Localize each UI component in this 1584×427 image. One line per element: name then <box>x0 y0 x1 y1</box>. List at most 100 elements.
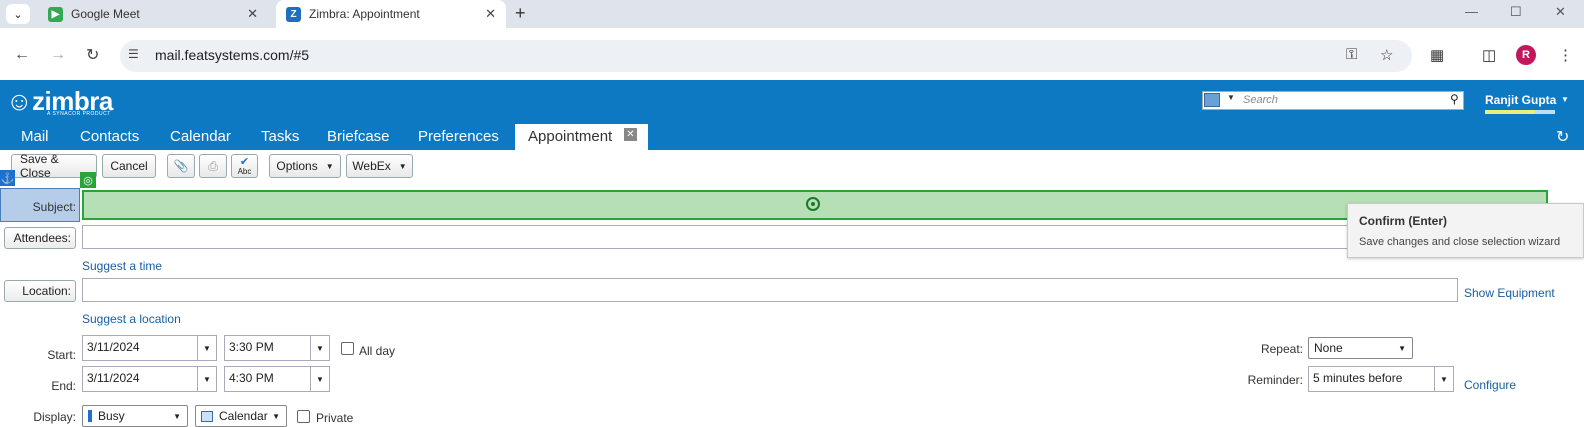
tab-search-chevron-icon[interactable]: ⌄ <box>6 4 30 24</box>
reminder-dropdown-icon[interactable]: ▼ <box>1434 366 1454 392</box>
start-time-dropdown-icon[interactable]: ▼ <box>310 335 330 361</box>
browser-menu-icon[interactable]: ⋮ <box>1558 46 1573 64</box>
spellcheck-label: Abc <box>237 166 252 176</box>
repeat-select[interactable]: None ▼ <box>1308 337 1413 359</box>
reload-icon[interactable]: ↻ <box>86 45 99 65</box>
google-meet-icon: ▶ <box>48 6 63 22</box>
tab-briefcase[interactable]: Briefcase <box>327 128 390 145</box>
all-day-checkbox[interactable] <box>341 342 354 355</box>
browser-tab-google-meet[interactable]: ▶ Google Meet ✕ <box>38 2 268 26</box>
repeat-value: None <box>1314 341 1343 355</box>
forward-icon[interactable]: → <box>50 46 66 64</box>
side-panel-icon[interactable]: ◫ <box>1482 46 1496 64</box>
browser-tab-title: Google Meet <box>71 7 140 21</box>
reminder-label: Reminder: <box>1247 373 1303 387</box>
calendar-select[interactable]: Calendar ▼ <box>195 405 287 427</box>
chevron-down-icon: ▼ <box>1398 344 1406 353</box>
cancel-button[interactable]: Cancel <box>102 154 156 178</box>
suggest-location-link[interactable]: Suggest a location <box>82 312 181 326</box>
close-tab-icon[interactable]: ✕ <box>624 128 637 141</box>
search-placeholder: Search <box>1243 94 1278 106</box>
show-equipment-link[interactable]: Show Equipment <box>1464 286 1555 300</box>
private-checkbox[interactable] <box>297 410 310 423</box>
chevron-down-icon: ▼ <box>325 161 334 171</box>
start-label: Start: <box>47 348 76 362</box>
logo-subtitle: A SYNACOR PRODUCT <box>47 111 111 117</box>
options-button[interactable]: Options ▼ <box>269 154 341 178</box>
all-day-label: All day <box>359 344 396 358</box>
chevron-down-icon[interactable]: ▼ <box>1227 93 1235 102</box>
selection-target-icon[interactable]: ◎ <box>80 172 96 188</box>
refresh-icon[interactable]: ↻ <box>1556 127 1569 147</box>
tab-mail[interactable]: Mail <box>21 128 49 145</box>
tab-preferences[interactable]: Preferences <box>418 128 499 145</box>
options-label: Options <box>276 159 318 173</box>
logo-smiley-icon: ☺ <box>6 86 33 116</box>
browser-tab-zimbra[interactable]: Z Zimbra: Appointment ✕ <box>276 0 506 28</box>
display-select[interactable]: Busy ▼ <box>82 405 188 427</box>
repeat-label: Repeat: <box>1260 342 1303 356</box>
profile-avatar[interactable]: R <box>1516 45 1536 65</box>
browser-tab-title: Zimbra: Appointment <box>309 7 420 21</box>
display-value: Busy <box>98 409 125 423</box>
site-settings-icon[interactable]: ☰ <box>128 47 139 61</box>
subject-label: Subject: <box>32 200 76 214</box>
zimbra-favicon-icon: Z <box>286 6 301 22</box>
end-time-input[interactable]: 4:30 PM <box>224 366 312 392</box>
chevron-down-icon: ▼ <box>173 412 181 421</box>
url-text[interactable]: mail.featsystems.com/#5 <box>155 47 309 63</box>
search-icon[interactable]: ⚲ <box>1450 92 1459 106</box>
user-name[interactable]: Ranjit Gupta <box>1485 93 1556 107</box>
tooltip-title: Confirm (Enter) <box>1359 214 1447 228</box>
printer-icon: ⎙ <box>208 158 218 173</box>
end-time-dropdown-icon[interactable]: ▼ <box>310 366 330 392</box>
window-close-icon[interactable]: ✕ <box>1555 4 1566 20</box>
tab-contacts[interactable]: Contacts <box>80 128 139 145</box>
location-input[interactable] <box>82 278 1458 302</box>
minimize-icon[interactable]: — <box>1465 4 1478 19</box>
webex-button[interactable]: WebEx ▼ <box>346 154 413 178</box>
quota-bar-remaining <box>1535 110 1555 114</box>
chevron-down-icon: ▼ <box>398 161 407 171</box>
search-input[interactable] <box>1202 91 1464 110</box>
display-label: Display: <box>33 410 76 424</box>
chevron-down-icon[interactable]: ▼ <box>1561 95 1569 104</box>
password-key-icon[interactable]: ⚿ <box>1346 46 1357 63</box>
busy-color-icon <box>88 410 92 422</box>
extensions-icon[interactable]: ▦ <box>1430 46 1444 64</box>
private-label: Private <box>316 411 354 425</box>
attendees-input[interactable] <box>82 225 1458 249</box>
crosshair-icon <box>806 197 820 211</box>
tab-appointment-label: Appointment <box>528 128 613 145</box>
close-tab-icon[interactable]: ✕ <box>247 6 258 22</box>
attach-button[interactable]: 📎 <box>167 154 195 178</box>
location-button[interactable]: Location: <box>4 280 76 302</box>
suggest-time-link[interactable]: Suggest a time <box>82 259 162 273</box>
reminder-input[interactable]: 5 minutes before <box>1308 366 1436 392</box>
tab-calendar[interactable]: Calendar <box>170 128 231 145</box>
end-date-input[interactable]: 3/11/2024 <box>82 366 199 392</box>
print-button[interactable]: ⎙ <box>199 154 227 178</box>
end-label: End: <box>51 379 76 393</box>
start-date-picker-icon[interactable]: ▼ <box>197 335 217 361</box>
back-icon[interactable]: ← <box>14 46 30 64</box>
calendar-value: Calendar <box>219 409 268 423</box>
maximize-icon[interactable]: ☐ <box>1510 4 1522 20</box>
anchor-icon[interactable]: ⚓ <box>0 170 15 186</box>
new-tab-icon[interactable]: + <box>515 3 526 24</box>
omnibox[interactable] <box>120 40 1412 72</box>
configure-link[interactable]: Configure <box>1464 378 1516 392</box>
webex-label: WebEx <box>352 159 391 173</box>
spellcheck-button[interactable]: ✔ Abc <box>231 154 258 178</box>
end-date-picker-icon[interactable]: ▼ <box>197 366 217 392</box>
start-time-input[interactable]: 3:30 PM <box>224 335 312 361</box>
checkmark-icon: ✔ <box>239 155 250 168</box>
tooltip-description: Save changes and close selection wizard <box>1359 236 1561 248</box>
confirm-tooltip <box>1347 203 1584 258</box>
attendees-button[interactable]: Attendees: <box>4 227 76 249</box>
search-scope-icon[interactable] <box>1204 93 1220 107</box>
close-tab-icon[interactable]: ✕ <box>485 6 496 22</box>
start-date-input[interactable]: 3/11/2024 <box>82 335 199 361</box>
tab-tasks[interactable]: Tasks <box>261 128 299 145</box>
bookmark-star-icon[interactable]: ☆ <box>1380 46 1393 64</box>
